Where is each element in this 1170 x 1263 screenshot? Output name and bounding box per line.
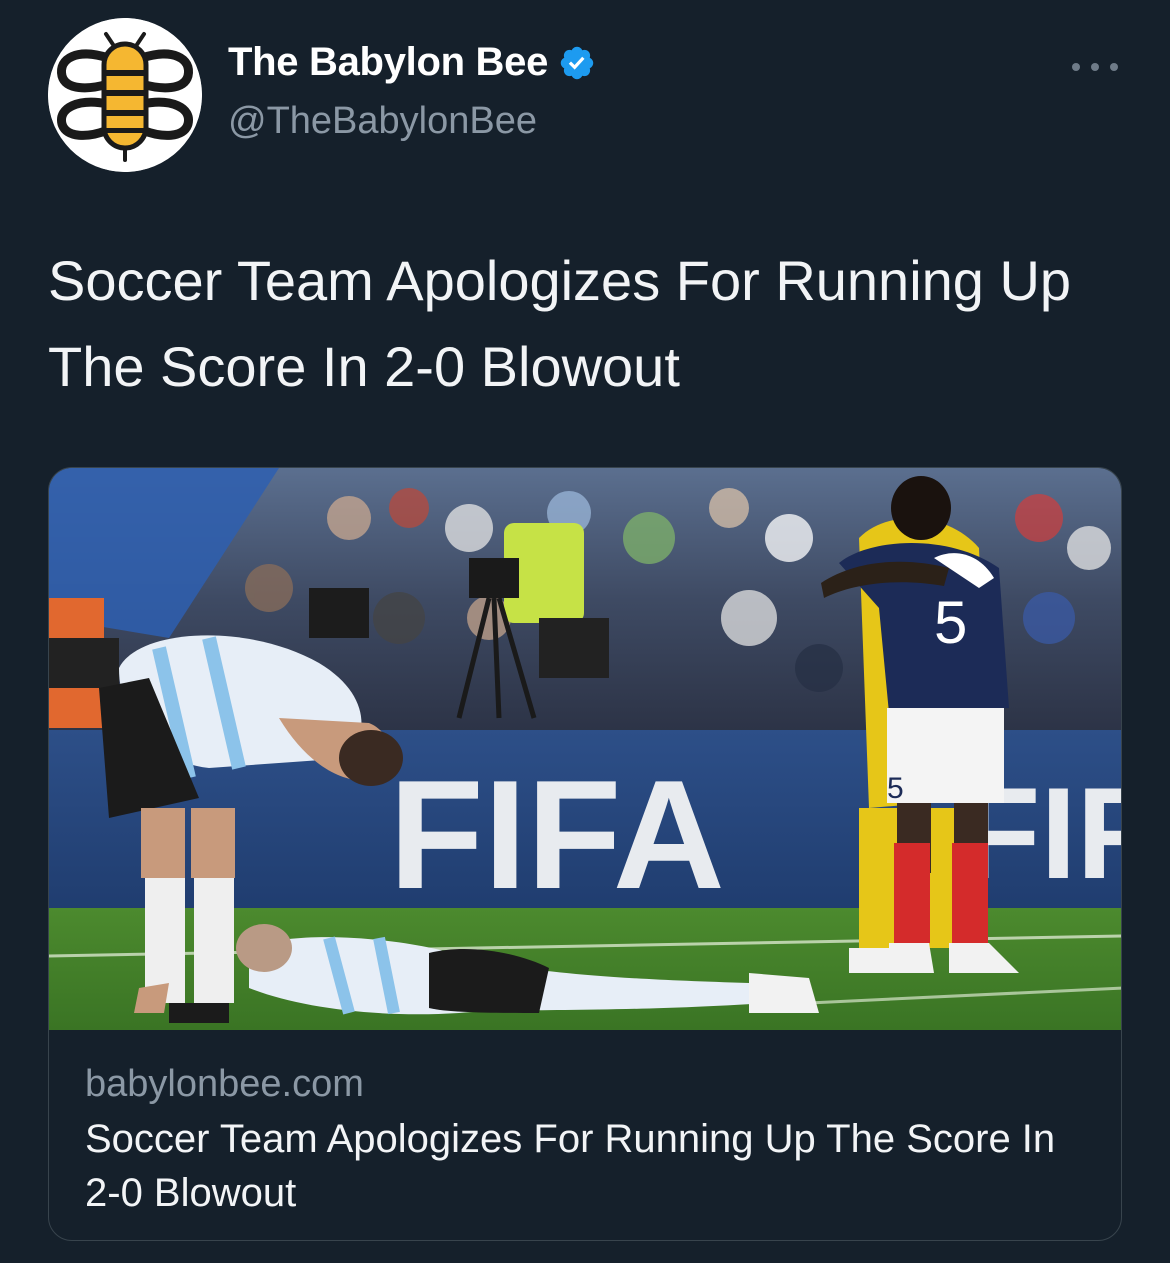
card-image: FIFA FIFA — [49, 468, 1121, 1030]
more-dot — [1072, 63, 1080, 71]
more-dot — [1110, 63, 1118, 71]
link-card[interactable]: FIFA FIFA — [48, 467, 1122, 1241]
author-name-row[interactable]: The Babylon Bee — [228, 40, 596, 85]
author-handle[interactable]: @TheBabylonBee — [228, 100, 537, 143]
more-options-icon[interactable] — [1072, 54, 1118, 80]
card-meta: babylonbee.com Soccer Team Apologizes Fo… — [85, 1056, 1085, 1220]
card-title[interactable]: Soccer Team Apologizes For Running Up Th… — [85, 1112, 1085, 1220]
jersey-number: 5 — [934, 589, 967, 656]
verified-badge-icon — [560, 46, 594, 79]
soccer-photo: FIFA FIFA — [49, 468, 1121, 1030]
avatar[interactable] — [48, 18, 202, 172]
more-dot — [1091, 63, 1099, 71]
tweet-text: Soccer Team Apologizes For Running Up Th… — [48, 249, 1072, 398]
card-domain[interactable]: babylonbee.com — [85, 1056, 1085, 1112]
bee-logo-icon — [48, 18, 202, 172]
tweet: The Babylon Bee @TheBabylonBee Soccer Te… — [0, 0, 1170, 1263]
author-display-name[interactable]: The Babylon Bee — [228, 40, 548, 85]
shorts-number: 5 — [887, 772, 904, 805]
board-text: FIFA — [389, 748, 725, 921]
